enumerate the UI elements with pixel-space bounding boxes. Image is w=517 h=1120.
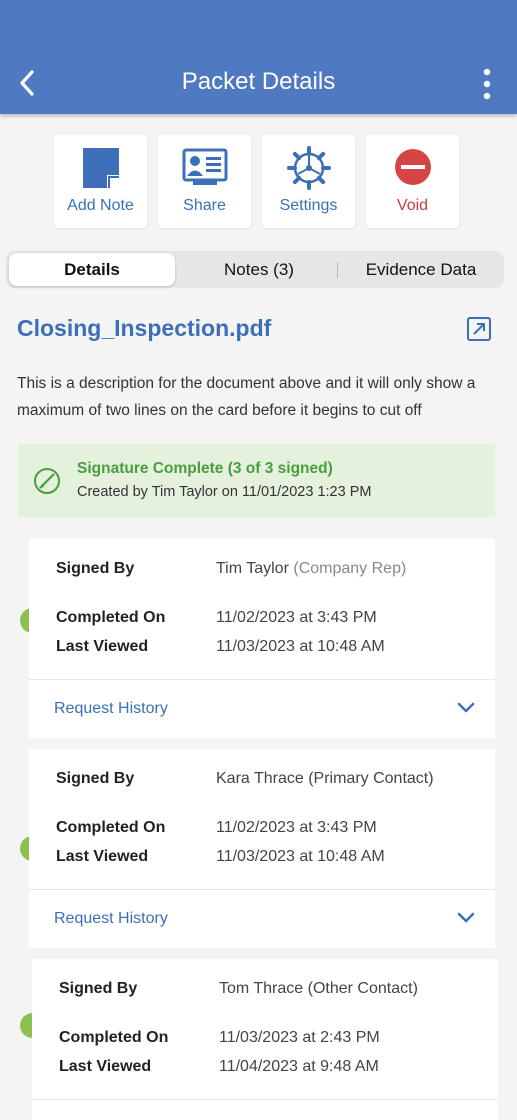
settings-label: Settings — [279, 197, 338, 214]
tab-details[interactable]: Details — [9, 253, 175, 286]
last-viewed-label: Last Viewed — [56, 848, 149, 865]
request-history-link[interactable]: Request History — [54, 910, 168, 928]
signer-card: Signed By Tom Thrace (Other Contact) Com… — [32, 959, 498, 1120]
signer-name: Tom Thrace — [219, 980, 304, 997]
signed-by-label: Signed By — [59, 980, 138, 997]
action-bar: Add Note Share Settings Void — [54, 135, 459, 228]
add-note-label: Add Note — [67, 197, 134, 214]
card-divider — [29, 889, 495, 890]
signature-check-icon — [34, 468, 60, 494]
no-entry-icon — [394, 149, 431, 185]
request-history-link[interactable]: Request History — [54, 700, 168, 718]
document-title[interactable]: Closing_Inspection.pdf — [17, 315, 271, 342]
tab-separator — [337, 262, 338, 278]
last-viewed-row: Last Viewed 11/04/2023 at 9:48 AM — [59, 1058, 379, 1076]
share-button[interactable]: Share — [158, 135, 251, 228]
completed-on-label: Completed On — [56, 819, 166, 836]
completed-on-row: Completed On 11/02/2023 at 3:43 PM — [56, 819, 377, 837]
chevron-down-icon[interactable] — [457, 911, 475, 925]
signed-by-label: Signed By — [56, 770, 135, 787]
last-viewed-value: 11/04/2023 at 9:48 AM — [219, 1058, 379, 1075]
note-icon — [82, 148, 119, 188]
signature-status-banner: Signature Complete (3 of 3 signed) Creat… — [18, 444, 495, 517]
more-options-icon[interactable] — [477, 68, 497, 102]
add-note-button[interactable]: Add Note — [54, 135, 147, 228]
tab-bar: Details Notes (3) Evidence Data — [6, 251, 504, 288]
signer-card: Signed By Tim Taylor (Company Rep) Compl… — [29, 539, 495, 738]
last-viewed-value: 11/03/2023 at 10:48 AM — [216, 638, 385, 655]
signer-name-value: Tim Taylor (Company Rep) — [216, 560, 406, 578]
card-divider — [32, 1099, 498, 1100]
signer-role: (Company Rep) — [293, 560, 407, 577]
signer-card: Signed By Kara Thrace (Primary Contact) … — [29, 749, 495, 948]
completed-on-value: 11/02/2023 at 3:43 PM — [216, 609, 377, 626]
status-title: Signature Complete (3 of 3 signed) — [77, 460, 333, 477]
completed-on-label: Completed On — [59, 1029, 169, 1046]
tab-evidence-data[interactable]: Evidence Data — [340, 253, 502, 286]
signed-by-label: Signed By — [56, 560, 135, 577]
last-viewed-value: 11/03/2023 at 10:48 AM — [216, 848, 385, 865]
completed-on-row: Completed On 11/02/2023 at 3:43 PM — [56, 609, 377, 627]
signer-name: Kara Thrace — [216, 770, 304, 787]
signed-by-row: Signed By Tom Thrace (Other Contact) — [59, 980, 418, 998]
signer-name: Tim Taylor — [216, 560, 289, 577]
chevron-down-icon[interactable] — [457, 701, 475, 715]
contact-card-icon — [182, 148, 227, 185]
completed-on-value: 11/03/2023 at 2:43 PM — [219, 1029, 380, 1046]
void-label: Void — [396, 197, 429, 214]
settings-button[interactable]: Settings — [262, 135, 355, 228]
completed-on-label: Completed On — [56, 609, 166, 626]
page-title: Packet Details — [181, 68, 336, 95]
status-subtitle: Created by Tim Taylor on 11/01/2023 1:23… — [77, 484, 372, 500]
signer-name-value: Kara Thrace (Primary Contact) — [216, 770, 434, 788]
document-description: This is a description for the document a… — [17, 375, 476, 419]
signer-role: (Primary Contact) — [308, 770, 434, 787]
signed-by-row: Signed By Kara Thrace (Primary Contact) — [56, 770, 434, 788]
void-button[interactable]: Void — [366, 135, 459, 228]
open-external-icon[interactable] — [466, 316, 492, 342]
completed-on-value: 11/02/2023 at 3:43 PM — [216, 819, 377, 836]
app-header: Packet Details — [0, 0, 517, 114]
share-label: Share — [183, 197, 226, 214]
last-viewed-label: Last Viewed — [56, 638, 149, 655]
last-viewed-row: Last Viewed 11/03/2023 at 10:48 AM — [56, 848, 385, 866]
signed-by-row: Signed By Tim Taylor (Company Rep) — [56, 560, 406, 578]
last-viewed-row: Last Viewed 11/03/2023 at 10:48 AM — [56, 638, 385, 656]
gear-icon — [286, 146, 331, 190]
last-viewed-label: Last Viewed — [59, 1058, 152, 1075]
completed-on-row: Completed On 11/03/2023 at 2:43 PM — [59, 1029, 380, 1047]
tab-notes[interactable]: Notes (3) — [178, 253, 340, 286]
card-divider — [29, 679, 495, 680]
signer-name-value: Tom Thrace (Other Contact) — [219, 980, 418, 998]
signer-role: (Other Contact) — [307, 980, 418, 997]
